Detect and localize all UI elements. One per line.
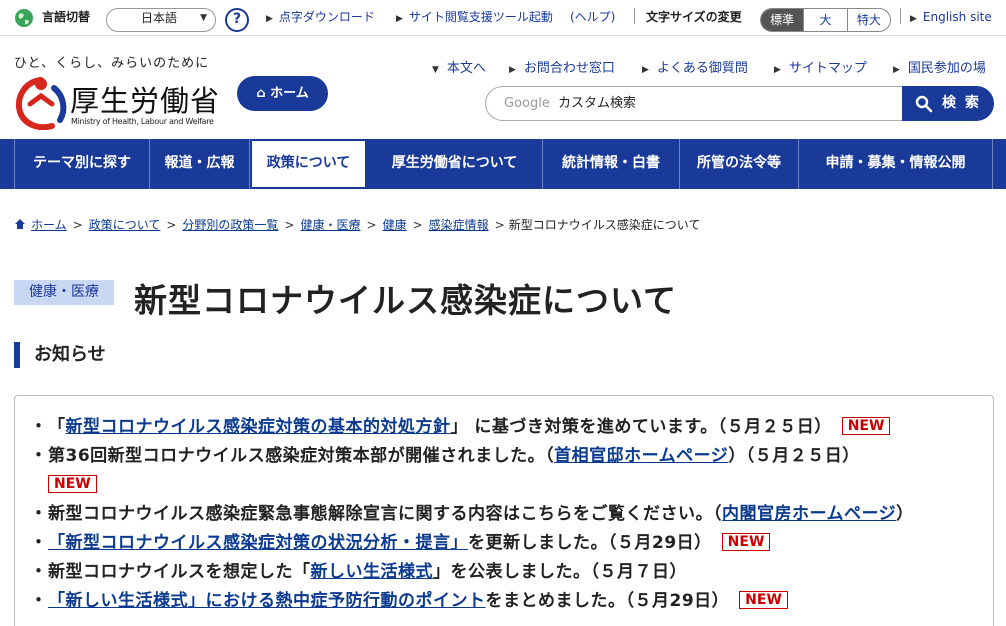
nav-item-statistics[interactable]: 統計情報・白書 bbox=[543, 139, 680, 189]
breadcrumb-infectious-disease[interactable]: 感染症情報 bbox=[429, 218, 489, 232]
mhlw-logo-icon[interactable] bbox=[14, 74, 68, 130]
caret-down-icon: ▼ bbox=[200, 13, 207, 23]
list-item: 第36回新型コロナウイルス感染症対策本部が開催されました。（首相官邸ホームページ… bbox=[30, 442, 972, 500]
category-badge: 健康・医療 bbox=[14, 280, 114, 305]
notice-list: 「新型コロナウイルス感染症対策の基本的対処方針」 に基づき対策を進めています。（… bbox=[30, 413, 972, 616]
triangle-down-icon: ▼ bbox=[432, 65, 439, 75]
list-item: 「新しい生活様式」における熱中症予防行動のポイントをまとめました。（５月29日）… bbox=[30, 587, 972, 616]
search-input[interactable]: Google カスタム検索 bbox=[485, 86, 903, 121]
triangle-right-icon: ▶ bbox=[266, 14, 273, 24]
font-size-standard-button[interactable]: 標準 bbox=[761, 9, 804, 31]
utility-bar: 言語切替 日本語 ▼ ? ▶ 点字ダウンロード ▶ サイト閲覧支援ツール起動 (ヘル… bbox=[0, 0, 1006, 36]
public-participation-link[interactable]: ▶ 国民参加の場 bbox=[893, 57, 986, 76]
accessibility-tool-link[interactable]: ▶ サイト閲覧支援ツール起動 bbox=[396, 8, 553, 28]
breadcrumb-policy[interactable]: 政策について bbox=[89, 218, 161, 232]
triangle-right-icon: ▶ bbox=[396, 14, 403, 24]
heatstroke-points-link[interactable]: 「新しい生活様式」における熱中症予防行動のポイント bbox=[48, 591, 486, 611]
language-label: 言語切替 bbox=[42, 10, 91, 24]
list-item: 新型コロナウイルス感染症緊急事態解除宣言に関する内容はこちらをご覧ください。（内… bbox=[30, 500, 972, 529]
google-brand: Google bbox=[504, 96, 550, 111]
triangle-right-icon: ▶ bbox=[774, 65, 781, 75]
help-button[interactable]: ? bbox=[225, 8, 249, 32]
list-item: 「新型コロナウイルス感染症対策の状況分析・提言」を更新しました。（５月29日）N… bbox=[30, 529, 972, 558]
faq-link[interactable]: ▶ よくある御質問 bbox=[642, 57, 748, 76]
english-site-link[interactable]: ▶ English site bbox=[910, 8, 992, 28]
nav-item-themes[interactable]: テーマ別に探す bbox=[14, 139, 150, 189]
triangle-right-icon: ▶ bbox=[642, 65, 649, 75]
new-badge: NEW bbox=[739, 591, 788, 609]
font-size-switch: 標準 大 特大 bbox=[760, 8, 891, 32]
breadcrumb-current: 新型コロナウイルス感染症について bbox=[508, 218, 701, 232]
divider bbox=[634, 8, 635, 24]
search-placeholder: カスタム検索 bbox=[557, 96, 636, 111]
nav-item-applications[interactable]: 申請・募集・情報公開 bbox=[799, 139, 993, 189]
logo-subtext: Ministry of Health, Labour and Welfare bbox=[71, 117, 214, 126]
divider bbox=[900, 8, 901, 24]
new-badge: NEW bbox=[841, 417, 891, 435]
list-item: 新型コロナウイルスを想定した「新しい生活様式」を公表しました。（５月７日） bbox=[30, 558, 972, 587]
home-icon: ⌂ bbox=[256, 86, 266, 101]
home-icon bbox=[15, 219, 25, 229]
breadcrumb-health[interactable]: 健康 bbox=[383, 218, 407, 232]
basic-policy-link[interactable]: 新型コロナウイルス感染症対策の基本的対処方針 bbox=[66, 417, 451, 437]
nav-item-press[interactable]: 報道・広報 bbox=[150, 139, 250, 189]
page-title: 新型コロナウイルス感染症について bbox=[134, 281, 678, 320]
braille-download-link[interactable]: ▶ 点字ダウンロード bbox=[266, 8, 375, 28]
kantei-link[interactable]: 首相官邸ホームページ bbox=[554, 446, 728, 466]
new-lifestyle-link[interactable]: 新しい生活様式 bbox=[311, 562, 434, 582]
triangle-right-icon: ▶ bbox=[910, 14, 917, 24]
section-heading: お知らせ bbox=[14, 342, 106, 368]
skip-to-content-link[interactable]: ▼ 本文へ bbox=[432, 57, 486, 76]
home-button[interactable]: ⌂ ホーム bbox=[237, 76, 328, 111]
situation-analysis-link[interactable]: 「新型コロナウイルス感染症対策の状況分析・提言」 bbox=[48, 533, 468, 553]
triangle-right-icon: ▶ bbox=[893, 65, 900, 75]
list-item: 「新型コロナウイルス感染症対策の基本的対処方針」 に基づき対策を進めています。（… bbox=[30, 413, 972, 442]
language-value: 日本語 bbox=[141, 11, 178, 25]
logo-text[interactable]: 厚生労働省 bbox=[70, 78, 220, 120]
search-button[interactable]: 検 索 bbox=[902, 86, 994, 121]
nav-item-about[interactable]: 厚生労働省について bbox=[367, 139, 543, 189]
font-size-large-button[interactable]: 大 bbox=[803, 9, 846, 31]
breadcrumb-health-medical[interactable]: 健康・医療 bbox=[300, 218, 360, 232]
font-size-xlarge-button[interactable]: 特大 bbox=[846, 9, 890, 31]
new-badge: NEW bbox=[48, 475, 97, 493]
site-tagline: ひと、くらし、みらいのために bbox=[14, 56, 210, 71]
contact-link[interactable]: ▶ お問合わせ窓口 bbox=[509, 57, 615, 76]
search-icon bbox=[915, 95, 933, 113]
language-select[interactable]: 日本語 ▼ bbox=[106, 8, 216, 32]
font-size-label: 文字サイズの変更 bbox=[646, 10, 742, 24]
sitemap-link[interactable]: ▶ サイトマップ bbox=[774, 57, 867, 76]
triangle-right-icon: ▶ bbox=[509, 65, 516, 75]
new-badge: NEW bbox=[721, 533, 771, 551]
breadcrumb: ホーム > 政策について > 分野別の政策一覧 > 健康・医療 > 健康 > 感染症情報 > 新型コロナ… bbox=[14, 216, 700, 233]
nav-item-policy[interactable]: 政策について bbox=[250, 139, 367, 189]
breadcrumb-policy-list[interactable]: 分野別の政策一覧 bbox=[182, 218, 278, 232]
breadcrumb-home[interactable]: ホーム bbox=[31, 218, 67, 232]
globe-icon bbox=[15, 9, 33, 27]
main-nav: テーマ別に探す 報道・広報 政策について 厚生労働省について 統計情報・白書 所… bbox=[0, 139, 1006, 189]
nav-item-laws[interactable]: 所管の法令等 bbox=[680, 139, 799, 189]
help-link[interactable]: (ヘルプ) bbox=[570, 8, 615, 26]
cabinet-secretariat-link[interactable]: 内閣官房ホームページ bbox=[722, 504, 896, 524]
